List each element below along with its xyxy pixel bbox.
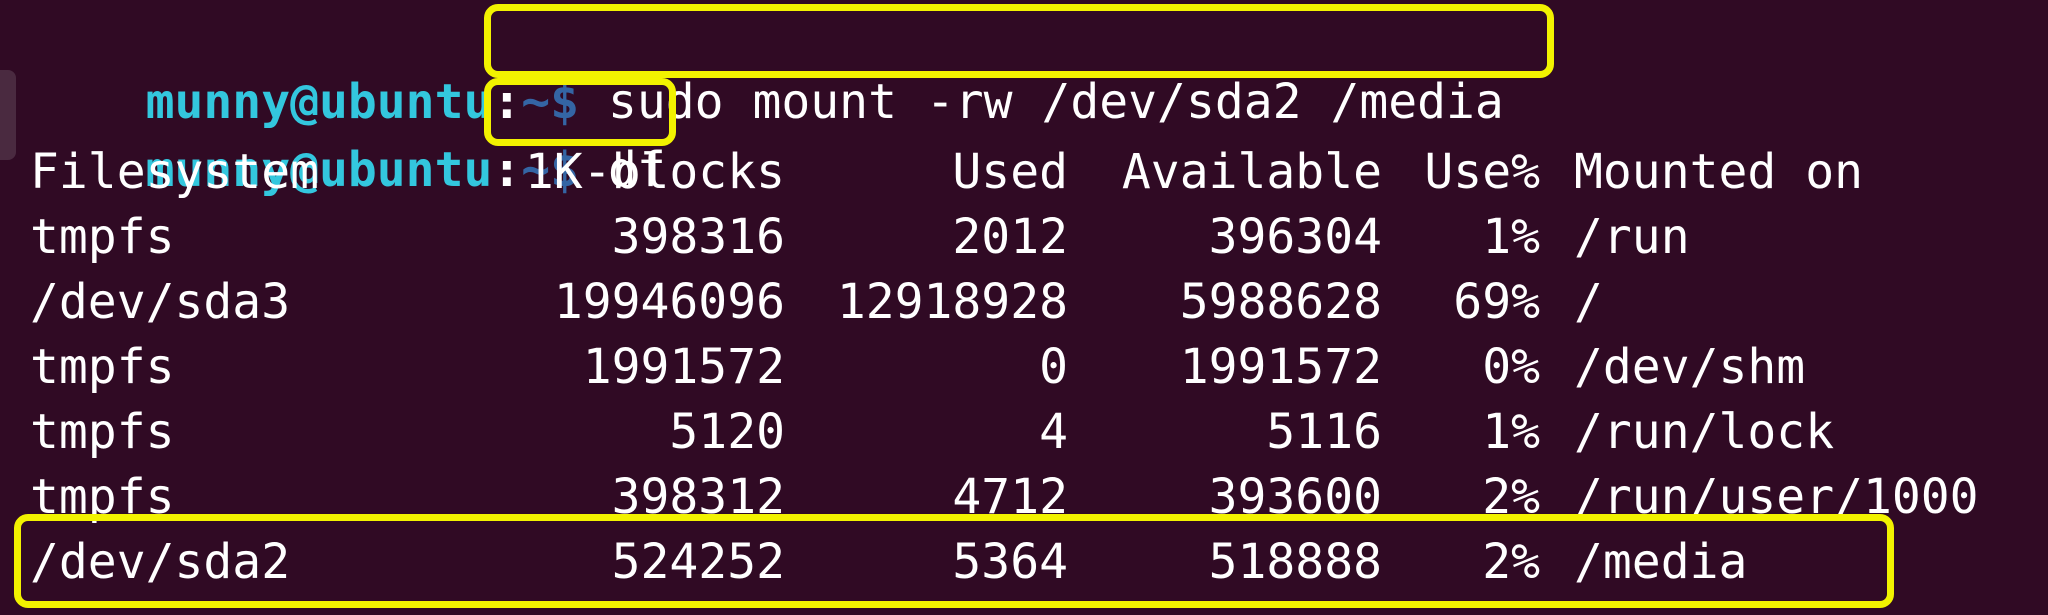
cell-mounted-on: /run/lock bbox=[1574, 404, 1835, 460]
terminal-window[interactable]: munny@ubuntu:~$ sudo mount -rw /dev/sda2… bbox=[0, 0, 2048, 615]
cell-use-percent: 1% bbox=[1482, 404, 1540, 460]
cell-mounted-on: /run bbox=[1574, 209, 1690, 265]
cell-use-percent: 69% bbox=[1453, 274, 1540, 330]
cell-blocks: 19946096 bbox=[553, 274, 785, 330]
cell-used: 4 bbox=[1039, 404, 1068, 460]
cell-filesystem: tmpfs bbox=[30, 209, 175, 265]
cell-blocks: 1991572 bbox=[582, 339, 785, 395]
header-used: Used bbox=[952, 144, 1068, 200]
cell-use-percent: 0% bbox=[1482, 339, 1540, 395]
window-edge bbox=[0, 70, 16, 160]
header-available: Available bbox=[1121, 144, 1382, 200]
cell-filesystem: tmpfs bbox=[30, 404, 175, 460]
cell-available: 5988628 bbox=[1179, 274, 1382, 330]
cell-used: 2012 bbox=[952, 209, 1068, 265]
highlight-box-mount-command bbox=[484, 4, 1554, 78]
cell-used: 0 bbox=[1039, 339, 1068, 395]
cell-available: 5116 bbox=[1266, 404, 1382, 460]
cell-mounted-on: /dev/shm bbox=[1574, 339, 1806, 395]
cell-blocks: 5120 bbox=[669, 404, 785, 460]
cell-mounted-on: / bbox=[1574, 274, 1603, 330]
cell-blocks: 398316 bbox=[611, 209, 785, 265]
highlight-box-df-command bbox=[484, 78, 676, 146]
cell-filesystem: /dev/sda3 bbox=[30, 274, 291, 330]
command-text: sudo mount -rw /dev/sda2 /media bbox=[579, 74, 1504, 130]
cell-used: 12918928 bbox=[836, 274, 1068, 330]
cell-use-percent: 1% bbox=[1482, 209, 1540, 265]
header-mounted-on: Mounted on bbox=[1574, 144, 1863, 200]
header-use-percent: Use% bbox=[1424, 144, 1540, 200]
cell-filesystem: tmpfs bbox=[30, 339, 175, 395]
cell-available: 1991572 bbox=[1179, 339, 1382, 395]
header-blocks: 1K-blocks bbox=[524, 144, 785, 200]
header-filesystem: Filesystem bbox=[30, 144, 319, 200]
highlight-box-media-row bbox=[14, 514, 1894, 608]
cell-available: 396304 bbox=[1208, 209, 1382, 265]
